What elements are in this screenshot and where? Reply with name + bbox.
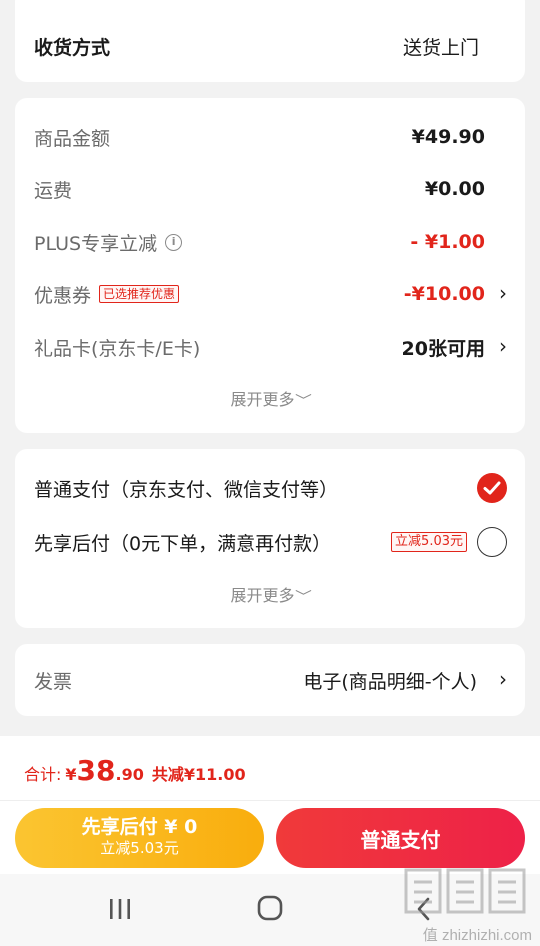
checkmark-icon [483,481,501,495]
divider [0,800,540,801]
invoice-chevron-right-icon[interactable]: › [499,667,507,691]
plus-discount-row: PLUS专享立减 i - ¥1.00 [34,222,485,262]
invoice-label: 发票 [34,670,73,693]
giftcard-row[interactable]: 礼品卡(京东卡/E卡) 20张可用 [34,327,485,367]
pay-later-button[interactable]: 先享后付 ¥ 0 立减5.03元 [15,808,264,868]
pay-later-button-label: 先享后付 ¥ 0 [81,816,198,838]
chevron-down-icon: ﹀ [294,590,312,605]
plus-discount-label: PLUS专享立减 [34,232,158,255]
radio-unchecked-icon[interactable] [477,527,507,557]
info-icon[interactable]: i [165,233,183,251]
giftcard-value: 20张可用 [401,337,485,360]
watermark-text: 值 zhizhizhi.com [422,927,532,944]
plus-discount-value: - ¥1.00 [410,231,485,253]
paylater-discount-tag: 立减5.03元 [391,532,467,552]
total-label: 合计: [24,765,62,784]
total-currency: ¥ [65,765,77,784]
watermark-glyph [404,868,526,914]
plus-discount-label-wrap: PLUS专享立减 i [34,229,183,256]
delivery-label: 收货方式 [34,36,111,59]
total-decimal: .90 [115,765,144,784]
invoice-row[interactable]: 发票 电子(商品明细-个人) [34,660,477,700]
coupon-label-wrap: 优惠券 已选推荐优惠 [34,281,180,308]
coupon-label: 优惠券 [34,284,92,307]
payment-method-card: 普通支付（京东支付、微信支付等） 先享后付（0元下单，满意再付款） 立减5.03… [15,449,525,628]
shipping-value: ¥0.00 [424,178,485,200]
coupon-row[interactable]: 优惠券 已选推荐优惠 -¥10.00 [34,274,485,314]
pay-now-button-label: 普通支付 [360,827,441,852]
recent-apps-glyph [110,899,130,919]
total-integer: 38 [76,754,116,787]
expand-more-button[interactable]: 展开更多﹀ [15,386,525,410]
recent-apps-icon[interactable] [108,898,132,920]
delivery-card: 收货方式 送货上门 [15,0,525,82]
home-icon[interactable] [257,895,283,921]
payment-option-paylater-label: 先享后付（0元下单，满意再付款） [34,532,332,555]
expand-more-label: 展开更多 [230,390,295,409]
goods-amount-row: 商品金额 ¥49.90 [34,117,485,157]
coupon-value: -¥10.00 [403,283,485,305]
coupon-chevron-right-icon[interactable]: › [499,281,507,305]
shipping-label: 运费 [34,179,73,202]
total-discount: 共减¥11.00 [151,765,246,784]
delivery-row[interactable]: 收货方式 送货上门 [34,26,479,66]
radio-checked-icon[interactable] [477,473,507,503]
payment-option-normal[interactable]: 普通支付（京东支付、微信支付等） [34,468,455,508]
payment-option-paylater[interactable]: 先享后付（0元下单，满意再付款） 立减5.03元 [34,522,467,562]
invoice-value: 电子(商品明细-个人) [303,670,477,693]
coupon-recommended-tag: 已选推荐优惠 [99,285,180,303]
price-summary-card: 商品金额 ¥49.90 运费 ¥0.00 PLUS专享立减 i - ¥1.00 … [15,98,525,433]
giftcard-chevron-right-icon[interactable]: › [499,334,507,358]
giftcard-label: 礼品卡(京东卡/E卡) [34,337,201,360]
total-line: 合计: ¥ 38 .90 共减¥11.00 [24,754,246,787]
goods-amount-value: ¥49.90 [411,126,485,148]
payment-expand-more-button[interactable]: 展开更多﹀ [15,582,525,606]
goods-amount-label: 商品金额 [34,127,111,150]
pay-later-button-sub: 立减5.03元 [100,839,179,857]
invoice-card[interactable]: 发票 电子(商品明细-个人) › [15,644,525,716]
payment-expand-more-label: 展开更多 [230,586,295,605]
home-glyph [257,895,283,921]
shipping-row: 运费 ¥0.00 [34,169,485,209]
pay-now-button[interactable]: 普通支付 [276,808,525,868]
payment-option-normal-label: 普通支付（京东支付、微信支付等） [34,478,339,501]
chevron-down-icon: ﹀ [294,394,312,409]
delivery-value: 送货上门 [402,36,479,59]
watermark-logo: 值 zhizhizhi.com [400,862,532,944]
checkout-bar: 合计: ¥ 38 .90 共减¥11.00 先享后付 ¥ 0 立减5.03元 普… [0,736,540,874]
